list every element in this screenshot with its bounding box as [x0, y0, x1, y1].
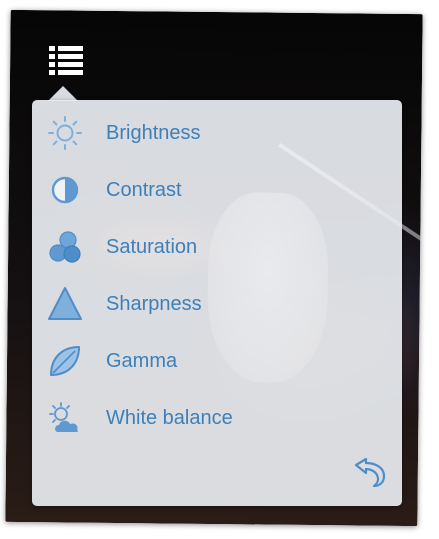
contrast-icon: [46, 171, 84, 209]
menu-toggle-button[interactable]: [40, 38, 92, 84]
sun-icon: [46, 114, 84, 152]
menu-item-label: Sharpness: [106, 292, 202, 315]
triangle-icon: [46, 285, 84, 323]
saturation-icon: [46, 228, 84, 266]
menu-item-gamma[interactable]: Gamma: [46, 339, 376, 383]
menu-item-brightness[interactable]: Brightness: [46, 111, 376, 155]
menu-item-label: White balance: [106, 406, 233, 429]
menu-item-label: Contrast: [106, 178, 182, 201]
image-adjustments-panel: Brightness Contrast Saturation Sharpness…: [32, 100, 402, 506]
list-icon: [49, 46, 83, 76]
menu-item-contrast[interactable]: Contrast: [46, 168, 376, 212]
weather-icon: [46, 399, 84, 437]
menu-item-white-balance[interactable]: White balance: [46, 396, 376, 440]
menu-item-label: Brightness: [106, 121, 201, 144]
screenshot-frame: Brightness Contrast Saturation Sharpness…: [0, 0, 439, 539]
menu-item-saturation[interactable]: Saturation: [46, 225, 376, 269]
leaf-icon: [46, 342, 84, 380]
menu-item-label: Saturation: [106, 235, 198, 258]
undo-icon: [352, 456, 388, 493]
menu-item-sharpness[interactable]: Sharpness: [46, 282, 376, 326]
menu-item-label: Gamma: [106, 349, 178, 372]
reset-button[interactable]: [350, 456, 390, 492]
panel-pointer: [48, 86, 78, 101]
